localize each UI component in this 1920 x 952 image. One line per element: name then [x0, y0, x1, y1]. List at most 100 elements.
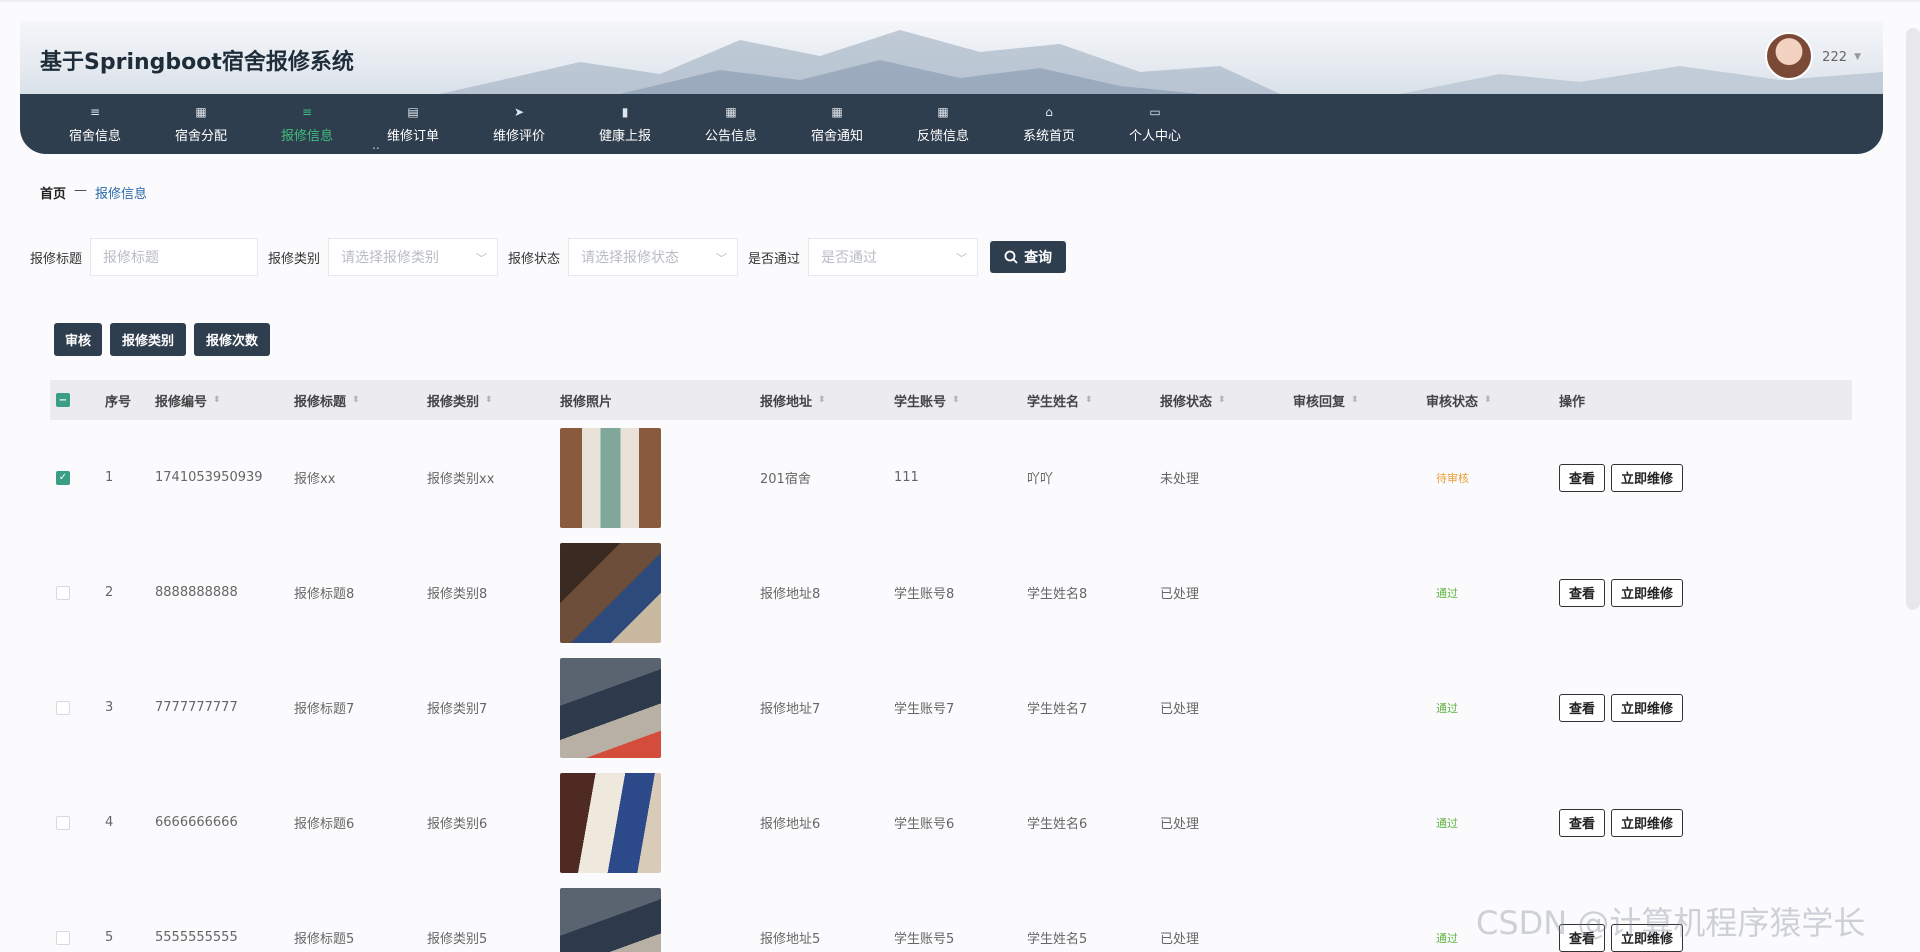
cell-title: 报修标题7	[294, 702, 355, 717]
sort-icon: ⬍	[1351, 394, 1359, 405]
repair-now-button[interactable]: 立即维修	[1611, 578, 1684, 607]
status-label: 报修状态	[508, 251, 561, 267]
pass-select[interactable]: 是否通过 ﹀	[808, 238, 979, 276]
count-stats-button[interactable]: 报修次数	[194, 323, 270, 356]
sort-icon: ⬍	[1484, 394, 1492, 405]
cell-address: 报修地址8	[760, 587, 821, 602]
view-button[interactable]: 查看	[1559, 463, 1606, 492]
category-select[interactable]: 请选择报修类别 ﹀	[328, 238, 499, 276]
cell-code: 7777777777	[155, 700, 238, 715]
row-checkbox[interactable]	[56, 815, 70, 830]
cell-address: 201宿舍	[760, 472, 811, 487]
nav-item-label: 宿舍分配	[174, 128, 227, 144]
header-review-reply[interactable]: 审核回复 ⬍	[1293, 380, 1359, 420]
grid-icon: ▦	[831, 104, 843, 119]
caret-down-icon[interactable]: ▼	[1854, 52, 1861, 62]
view-button[interactable]: 查看	[1559, 693, 1606, 722]
nav-item-7[interactable]: ▦ 宿舍通知	[784, 94, 890, 154]
nav-item-5[interactable]: ▮ 健康上报	[572, 94, 678, 154]
cell-student-account: 学生账号7	[894, 702, 955, 717]
nav-item-label: 宿舍通知	[810, 128, 863, 144]
category-stats-button[interactable]: 报修类别	[110, 323, 186, 356]
category-label: 报修类别	[268, 251, 321, 267]
nav-item-0[interactable]: ≡ 宿舍信息	[42, 94, 148, 154]
nav-item-1[interactable]: ▦ 宿舍分配	[148, 94, 254, 154]
table-header: − 序号 报修编号 ⬍ 报修标题 ⬍ 报修类别 ⬍ 报修照片 报修地址 ⬍ 学生账号 ⬍ …	[50, 380, 1852, 420]
nav-item-4[interactable]: ➤ 维修评价	[466, 94, 572, 154]
username[interactable]: 222	[1822, 50, 1847, 65]
header-review-status[interactable]: 审核状态 ⬍	[1426, 380, 1492, 420]
repair-photo[interactable]	[560, 542, 661, 643]
send-icon: ➤	[513, 104, 525, 119]
header-address[interactable]: 报修地址 ⬍	[760, 380, 826, 420]
nav-item-6[interactable]: ▦ 公告信息	[678, 94, 784, 154]
header-repair-status[interactable]: 报修状态 ⬍	[1160, 380, 1226, 420]
header-student-name[interactable]: 学生姓名 ⬍	[1027, 380, 1093, 420]
repair-photo[interactable]	[560, 427, 661, 528]
cell-index: 1	[105, 470, 114, 485]
sort-icon: ⬍	[213, 394, 221, 405]
repair-now-button[interactable]: 立即维修	[1611, 693, 1684, 722]
cell-code: 8888888888	[155, 585, 238, 600]
cell-code: 5555555555	[155, 930, 238, 945]
nav-item-10[interactable]: ▭ 个人中心	[1102, 94, 1208, 154]
header-title[interactable]: 报修标题 ⬍	[294, 380, 360, 420]
scrollbar[interactable]	[1906, 28, 1920, 610]
repair-photo[interactable]	[560, 887, 661, 952]
repair-now-button[interactable]: 立即维修	[1611, 808, 1684, 837]
view-button[interactable]: 查看	[1559, 808, 1606, 837]
review-status-badge: 通过	[1436, 931, 1458, 945]
cell-title: 报修xx	[294, 472, 336, 487]
select-all-checkbox[interactable]: −	[56, 393, 70, 407]
nav-item-8[interactable]: ▦ 反馈信息	[890, 94, 996, 154]
cell-student-account: 学生账号5	[894, 932, 955, 947]
review-button[interactable]: 审核	[54, 323, 102, 356]
status-select[interactable]: 请选择报修状态 ﹀	[568, 238, 739, 276]
table-row: 3 7777777777 报修标题7 报修类别7 报修地址7 学生账号7 学生姓名7 已处理 通…	[50, 650, 1852, 765]
cell-repair-status: 已处理	[1160, 817, 1200, 832]
top-border	[0, 0, 1920, 2]
cell-photo	[560, 420, 661, 535]
repair-photo[interactable]	[560, 772, 661, 873]
watermark: CSDN @计算机程序猿学长	[1476, 904, 1866, 942]
chevron-down-icon: ﹀	[956, 252, 968, 265]
header-student-account[interactable]: 学生账号 ⬍	[894, 380, 960, 420]
list-icon: ≡	[301, 104, 313, 119]
nav-item-9[interactable]: ⌂ 系统首页	[996, 94, 1102, 154]
cell-review-status: 通过	[1436, 880, 1458, 952]
header-ops: 操作	[1559, 394, 1586, 410]
card-icon: ▭	[1149, 104, 1161, 119]
sort-icon: ⬍	[485, 394, 493, 405]
sort-icon: ⬍	[952, 394, 960, 405]
clipboard-icon: ▤	[407, 104, 419, 119]
avatar[interactable]	[1765, 32, 1813, 80]
header-code[interactable]: 报修编号 ⬍	[155, 380, 221, 420]
cell-photo	[560, 765, 661, 880]
search-icon	[1004, 250, 1018, 264]
repair-photo[interactable]	[560, 657, 661, 758]
nav-item-2[interactable]: ≡ 报修信息	[254, 94, 360, 154]
cell-repair-status: 已处理	[1160, 587, 1200, 602]
breadcrumb-home[interactable]: 首页	[40, 183, 66, 202]
cell-address: 报修地址6	[760, 817, 821, 832]
header-photo: 报修照片	[560, 394, 613, 410]
row-checkbox[interactable]	[56, 930, 70, 945]
cell-photo	[560, 535, 661, 650]
title-input[interactable]: 报修标题	[90, 238, 259, 276]
view-button[interactable]: 查看	[1559, 578, 1606, 607]
table-row: 4 6666666666 报修标题6 报修类别6 报修地址6 学生账号6 学生姓名6 已处理 通…	[50, 765, 1852, 880]
cell-title: 报修标题5	[294, 932, 355, 947]
cell-review-status: 通过	[1436, 765, 1458, 880]
row-checkbox[interactable]	[56, 585, 70, 600]
home-icon: ⌂	[1045, 104, 1053, 119]
breadcrumb-separator: —	[74, 183, 88, 198]
row-checkbox[interactable]: ✓	[56, 470, 70, 485]
nav-item-label: 报修信息	[280, 128, 333, 144]
header-category[interactable]: 报修类别 ⬍	[427, 380, 493, 420]
cell-student-name: 学生姓名7	[1027, 702, 1088, 717]
row-checkbox[interactable]	[56, 700, 70, 715]
cell-address: 报修地址7	[760, 702, 821, 717]
query-button[interactable]: 查询	[990, 241, 1067, 273]
repair-now-button[interactable]: 立即维修	[1611, 463, 1684, 492]
cell-ops: 查看 立即维修	[1559, 420, 1689, 535]
